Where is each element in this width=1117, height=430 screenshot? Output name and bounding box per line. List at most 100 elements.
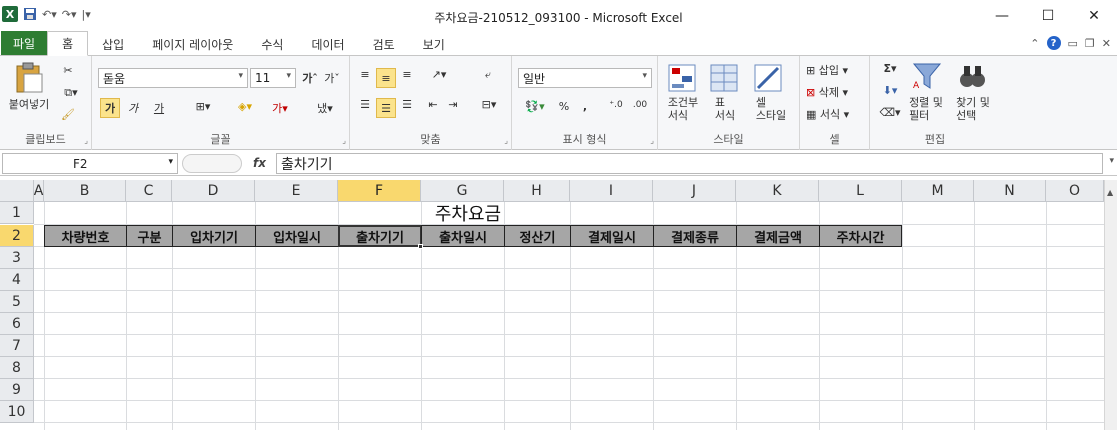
insert-function-icon[interactable]: fx <box>253 156 266 170</box>
currency-icon[interactable]: 💱▾ <box>520 100 550 113</box>
insert-cells-button[interactable]: ⊞ 삽입 ▾ <box>806 62 866 78</box>
row-header-2[interactable]: 2 <box>0 225 34 247</box>
formula-bar-divider[interactable] <box>182 154 242 173</box>
autosum-icon[interactable]: Σ▾ <box>878 62 902 75</box>
column-header-j[interactable]: J <box>653 180 736 202</box>
row-header-3[interactable]: 3 <box>0 247 34 269</box>
sort-filter-icon[interactable]: A <box>912 62 942 90</box>
paste-button[interactable]: 붙여넣기 <box>4 96 54 112</box>
find-select-button[interactable]: 찾기 및 선택 <box>950 96 996 122</box>
fill-icon[interactable]: ⬇▾ <box>878 84 902 97</box>
row-header-1[interactable]: 1 <box>0 202 34 224</box>
minimize-button[interactable]: — <box>979 0 1025 32</box>
format-painter-icon[interactable]: 🖌 <box>58 108 78 121</box>
header-cell[interactable]: 입차기기 <box>172 225 256 247</box>
column-header-n[interactable]: N <box>974 180 1046 202</box>
font-name-select[interactable]: 돋움 ▾ <box>98 68 248 88</box>
help-icon[interactable]: ? <box>1046 36 1061 50</box>
header-cell[interactable]: 정산기 <box>504 225 571 247</box>
align-middle-icon[interactable]: ≡ <box>376 68 396 88</box>
clipboard-launcher-icon[interactable]: ⌟ <box>84 136 88 145</box>
expand-formula-icon[interactable]: ▾ <box>1109 156 1114 166</box>
column-header-d[interactable]: D <box>172 180 255 202</box>
number-format-select[interactable]: 일반 ▾ <box>518 68 652 88</box>
table-format-button[interactable]: 표 서식 <box>704 96 746 122</box>
tab-view[interactable]: 보기 <box>409 33 459 55</box>
column-header-f[interactable]: F <box>338 180 421 202</box>
clear-icon[interactable]: ⌫▾ <box>878 106 902 119</box>
row-header-8[interactable]: 8 <box>0 357 34 379</box>
row-header-10[interactable]: 10 <box>0 401 34 423</box>
fill-handle[interactable] <box>418 244 423 249</box>
column-header-k[interactable]: K <box>736 180 819 202</box>
alignment-launcher-icon[interactable]: ⌟ <box>504 136 508 145</box>
paste-icon[interactable] <box>14 62 44 94</box>
header-cell[interactable]: 입차일시 <box>255 225 339 247</box>
window-restore-icon[interactable]: ❐ <box>1085 37 1095 50</box>
column-header-c[interactable]: C <box>126 180 172 202</box>
header-cell[interactable]: 결제종류 <box>653 225 737 247</box>
tab-review[interactable]: 검토 <box>359 33 409 55</box>
column-header-h[interactable]: H <box>504 180 570 202</box>
column-header-e[interactable]: E <box>255 180 338 202</box>
tab-insert[interactable]: 삽입 <box>88 33 138 55</box>
column-header-b[interactable]: B <box>44 180 126 202</box>
cut-icon[interactable]: ✂ <box>58 64 78 77</box>
percent-button[interactable]: % <box>556 100 572 113</box>
number-launcher-icon[interactable]: ⌟ <box>650 136 654 145</box>
decrease-decimal-icon[interactable]: .00 <box>630 100 650 110</box>
italic-button[interactable]: 가 <box>124 100 142 116</box>
align-center-icon[interactable]: ☰ <box>376 98 396 118</box>
conditional-format-icon[interactable] <box>668 64 696 92</box>
scroll-up-icon[interactable]: ▲ <box>1107 188 1113 197</box>
align-bottom-icon[interactable]: ≡ <box>398 68 416 81</box>
column-header-m[interactable]: M <box>902 180 974 202</box>
name-box[interactable]: F2 ▾ <box>2 153 178 174</box>
tab-data[interactable]: 데이터 <box>297 33 358 55</box>
formula-input[interactable]: 출차기기 <box>276 153 1103 174</box>
header-cell[interactable]: 결제일시 <box>570 225 654 247</box>
tab-home[interactable]: 홈 <box>47 31 89 56</box>
close-button[interactable]: ✕ <box>1071 0 1117 32</box>
increase-decimal-icon[interactable]: ⁺.0 <box>606 100 626 110</box>
cell-styles-icon[interactable] <box>754 64 782 92</box>
fill-color-icon[interactable]: ◈▾ <box>230 100 260 113</box>
delete-cells-button[interactable]: ⊠ 삭제 ▾ <box>806 84 866 100</box>
header-cell[interactable]: 주차시간 <box>819 225 902 247</box>
header-cell[interactable]: 차량번호 <box>44 225 127 247</box>
orientation-icon[interactable]: ↗▾ <box>424 68 454 81</box>
align-left-icon[interactable]: ☰ <box>356 98 374 111</box>
comma-button[interactable]: , <box>578 100 592 113</box>
row-header-7[interactable]: 7 <box>0 335 34 357</box>
cell-styles-button[interactable]: 셀 스타일 <box>746 96 796 122</box>
merge-center-icon[interactable]: ⊟▾ <box>474 98 504 111</box>
font-launcher-icon[interactable]: ⌟ <box>342 136 346 145</box>
align-top-icon[interactable]: ≡ <box>356 68 374 81</box>
wrap-text-icon[interactable]: ⤶ <box>478 68 498 82</box>
table-format-icon[interactable] <box>710 64 738 92</box>
minimize-ribbon-icon[interactable]: ⌃ <box>1030 37 1039 50</box>
border-icon[interactable]: ⊞▾ <box>188 100 218 113</box>
increase-indent-icon[interactable]: ⇥ <box>444 98 462 111</box>
column-header-i[interactable]: I <box>570 180 653 202</box>
header-cell[interactable]: 출차일시 <box>421 225 505 247</box>
sort-filter-button[interactable]: 정렬 및 필터 <box>904 96 948 122</box>
row-header-4[interactable]: 4 <box>0 269 34 291</box>
tab-page-layout[interactable]: 페이지 레이아웃 <box>138 33 247 55</box>
conditional-format-button[interactable]: 조건부 서식 <box>660 96 706 122</box>
header-cell[interactable]: 결제금액 <box>736 225 820 247</box>
tab-file[interactable]: 파일 <box>1 31 48 55</box>
window-min-icon[interactable]: ▭ <box>1068 37 1078 50</box>
font-size-select[interactable]: 11 ▾ <box>250 68 296 88</box>
row-header-6[interactable]: 6 <box>0 313 34 335</box>
window-close-icon[interactable]: ✕ <box>1102 37 1111 50</box>
row-header-5[interactable]: 5 <box>0 291 34 313</box>
column-header-l[interactable]: L <box>819 180 902 202</box>
select-all-corner[interactable] <box>0 180 34 202</box>
active-cell[interactable]: 출차기기 <box>338 225 422 247</box>
align-right-icon[interactable]: ☰ <box>398 98 416 111</box>
vertical-scrollbar[interactable]: ▲ <box>1104 180 1117 430</box>
column-header-o[interactable]: O <box>1046 180 1104 202</box>
row-header-9[interactable]: 9 <box>0 379 34 401</box>
find-select-icon[interactable] <box>958 62 986 90</box>
